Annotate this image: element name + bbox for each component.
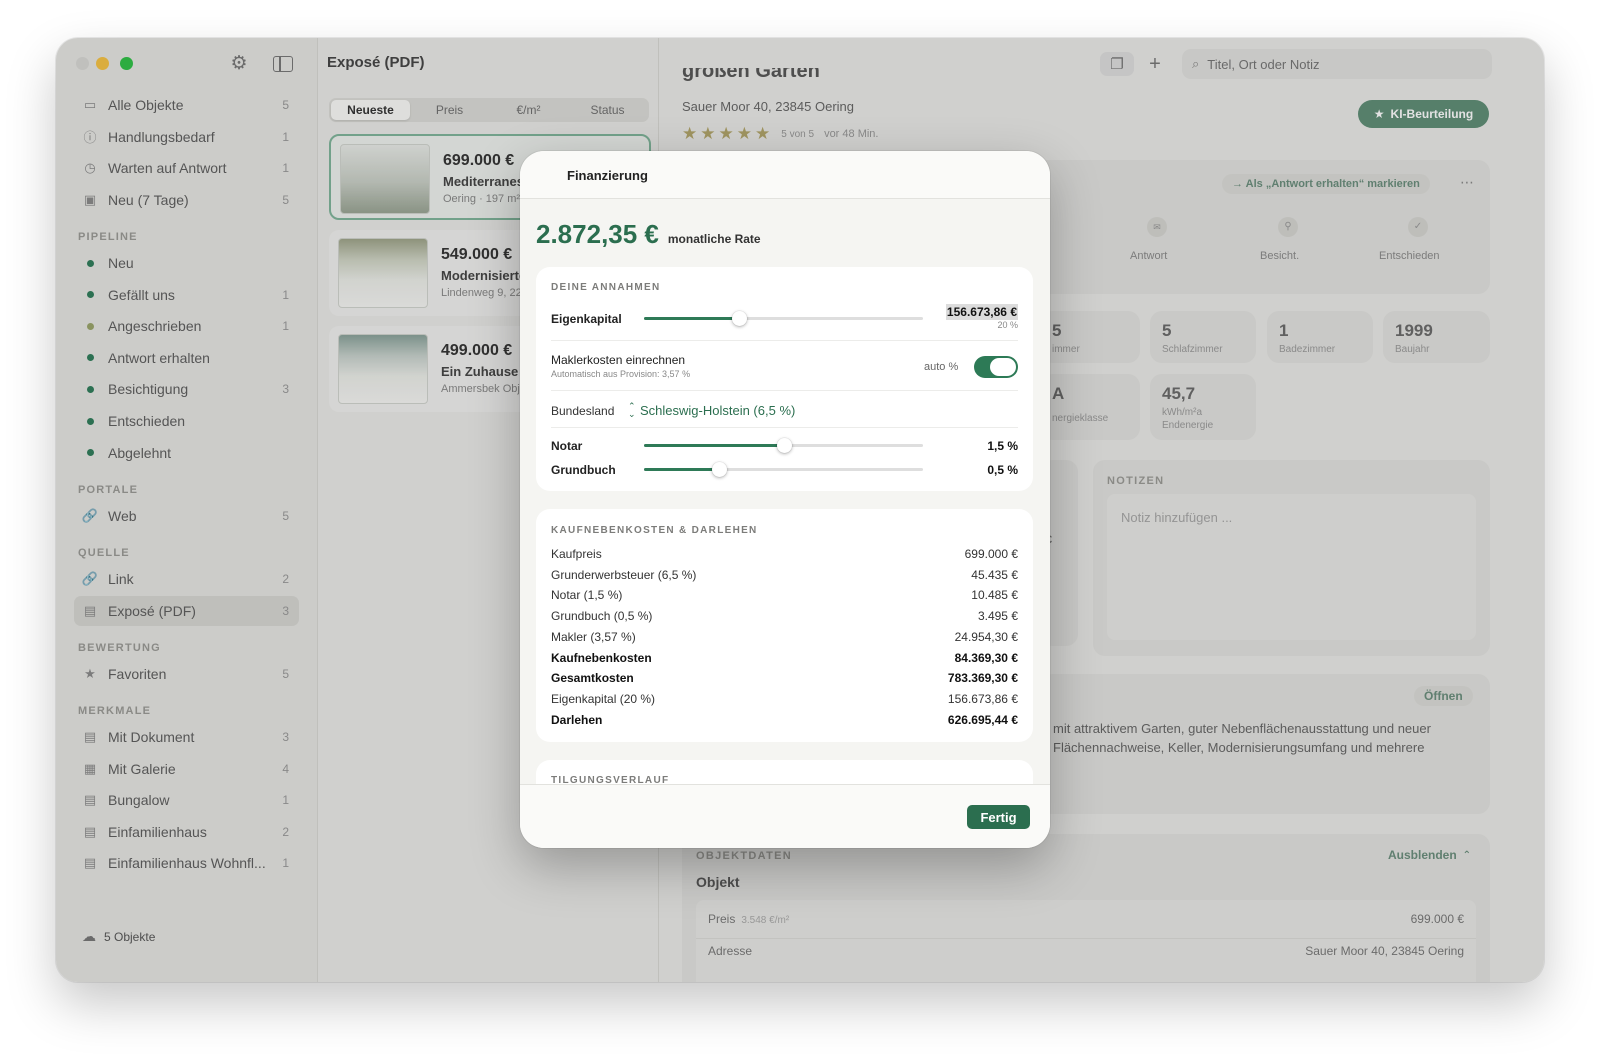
cost-row: Eigenkapital (20 %) 156.673,86 € <box>551 692 1018 706</box>
bundesland-value: Schleswig-Holstein (6,5 %) <box>640 402 796 418</box>
grundbuch-value: 0,5 % <box>987 463 1018 477</box>
divider <box>551 427 1018 428</box>
cost-value: 84.369,30 € <box>954 650 1018 665</box>
cost-value: 699.000 € <box>964 547 1018 561</box>
monthly-rate-label: monatliche Rate <box>667 232 761 246</box>
cost-value: 45.435 € <box>971 567 1018 582</box>
divider <box>551 390 1018 391</box>
cost-label: Makler (3,57 %) <box>551 629 636 644</box>
assumptions-title: DEINE ANNAHMEN <box>551 282 661 293</box>
cost-label: Gesamtkosten <box>551 671 634 686</box>
cost-label: Kaufnebenkosten <box>551 650 652 665</box>
sheet-title: Finanzierung <box>567 168 648 183</box>
grundbuch-slider[interactable] <box>644 462 923 477</box>
costs-card: KAUFNEBENKOSTEN & DARLEHEN Kaufpreis 699.… <box>536 509 1033 742</box>
bundesland-label: Bundesland <box>551 404 615 418</box>
divider <box>551 340 1018 341</box>
cost-label: Eigenkapital (20 %) <box>551 691 656 706</box>
cost-label: Grunderwerbsteuer (6,5 %) <box>551 567 697 582</box>
slider-fill <box>644 468 720 471</box>
cost-row: Kaufpreis 699.000 € <box>551 547 1018 561</box>
cost-value: 626.695,44 € <box>947 712 1018 727</box>
makler-toggle[interactable] <box>974 356 1018 378</box>
notar-slider[interactable] <box>644 438 923 453</box>
cost-value: 24.954,30 € <box>954 629 1018 644</box>
notar-value: 1,5 % <box>987 439 1018 453</box>
cost-label: Kaufpreis <box>551 547 602 561</box>
slider-fill <box>644 444 784 447</box>
sheet-header: Finanzierung <box>520 151 1050 199</box>
makler-subtitle: Automatisch aus Provision: 3,57 % <box>551 369 691 379</box>
eigenkapital-slider[interactable] <box>644 311 923 326</box>
cost-label: Darlehen <box>551 712 603 727</box>
slider-knob[interactable] <box>712 462 728 477</box>
makler-label: Maklerkosten einrechnen <box>551 353 686 367</box>
assumptions-card: DEINE ANNAHMEN Eigenkapital 156.673,86 €… <box>536 267 1033 491</box>
cost-value: 783.369,30 € <box>947 671 1018 686</box>
slider-knob[interactable] <box>776 438 792 453</box>
cost-row: Darlehen 626.695,44 € <box>551 713 1018 727</box>
done-button[interactable]: Fertig <box>967 805 1030 829</box>
slider-knob[interactable] <box>731 311 747 326</box>
cost-label: Grundbuch (0,5 %) <box>551 609 653 624</box>
cost-row: Gesamtkosten 783.369,30 € <box>551 671 1018 685</box>
cost-row: Makler (3,57 %) 24.954,30 € <box>551 630 1018 644</box>
cost-value: 3.495 € <box>977 609 1018 624</box>
updown-chevron-icon: ⌃ ⌄ <box>628 401 636 419</box>
monthly-rate: 2.872,35 € monatliche Rate <box>536 219 761 250</box>
financing-sheet: Finanzierung 2.872,35 € monatliche Rate … <box>520 151 1050 848</box>
monthly-rate-value: 2.872,35 € <box>536 219 659 249</box>
costs-title: KAUFNEBENKOSTEN & DARLEHEN <box>551 525 758 536</box>
bundesland-select[interactable]: ⌃ ⌄ Schleswig-Holstein (6,5 %) <box>628 401 796 419</box>
cost-row: Notar (1,5 %) 10.485 € <box>551 588 1018 602</box>
eigenkapital-label: Eigenkapital <box>551 312 622 326</box>
grundbuch-label: Grundbuch <box>551 463 616 477</box>
sheet-footer: Fertig <box>520 784 1050 848</box>
makler-auto-label: auto % <box>924 361 959 373</box>
cost-value: 10.485 € <box>971 588 1018 603</box>
eigenkapital-percent: 20 % <box>997 320 1018 330</box>
cost-row: Grundbuch (0,5 %) 3.495 € <box>551 609 1018 623</box>
notar-label: Notar <box>551 439 583 453</box>
cost-row: Kaufnebenkosten 84.369,30 € <box>551 651 1018 665</box>
cost-value: 156.673,86 € <box>947 691 1018 706</box>
toggle-knob <box>990 358 1016 376</box>
slider-fill <box>644 317 739 320</box>
eigenkapital-value-field[interactable]: 156.673,86 € <box>945 304 1018 320</box>
cost-row: Grunderwerbsteuer (6,5 %) 45.435 € <box>551 568 1018 582</box>
cost-label: Notar (1,5 %) <box>551 588 623 603</box>
